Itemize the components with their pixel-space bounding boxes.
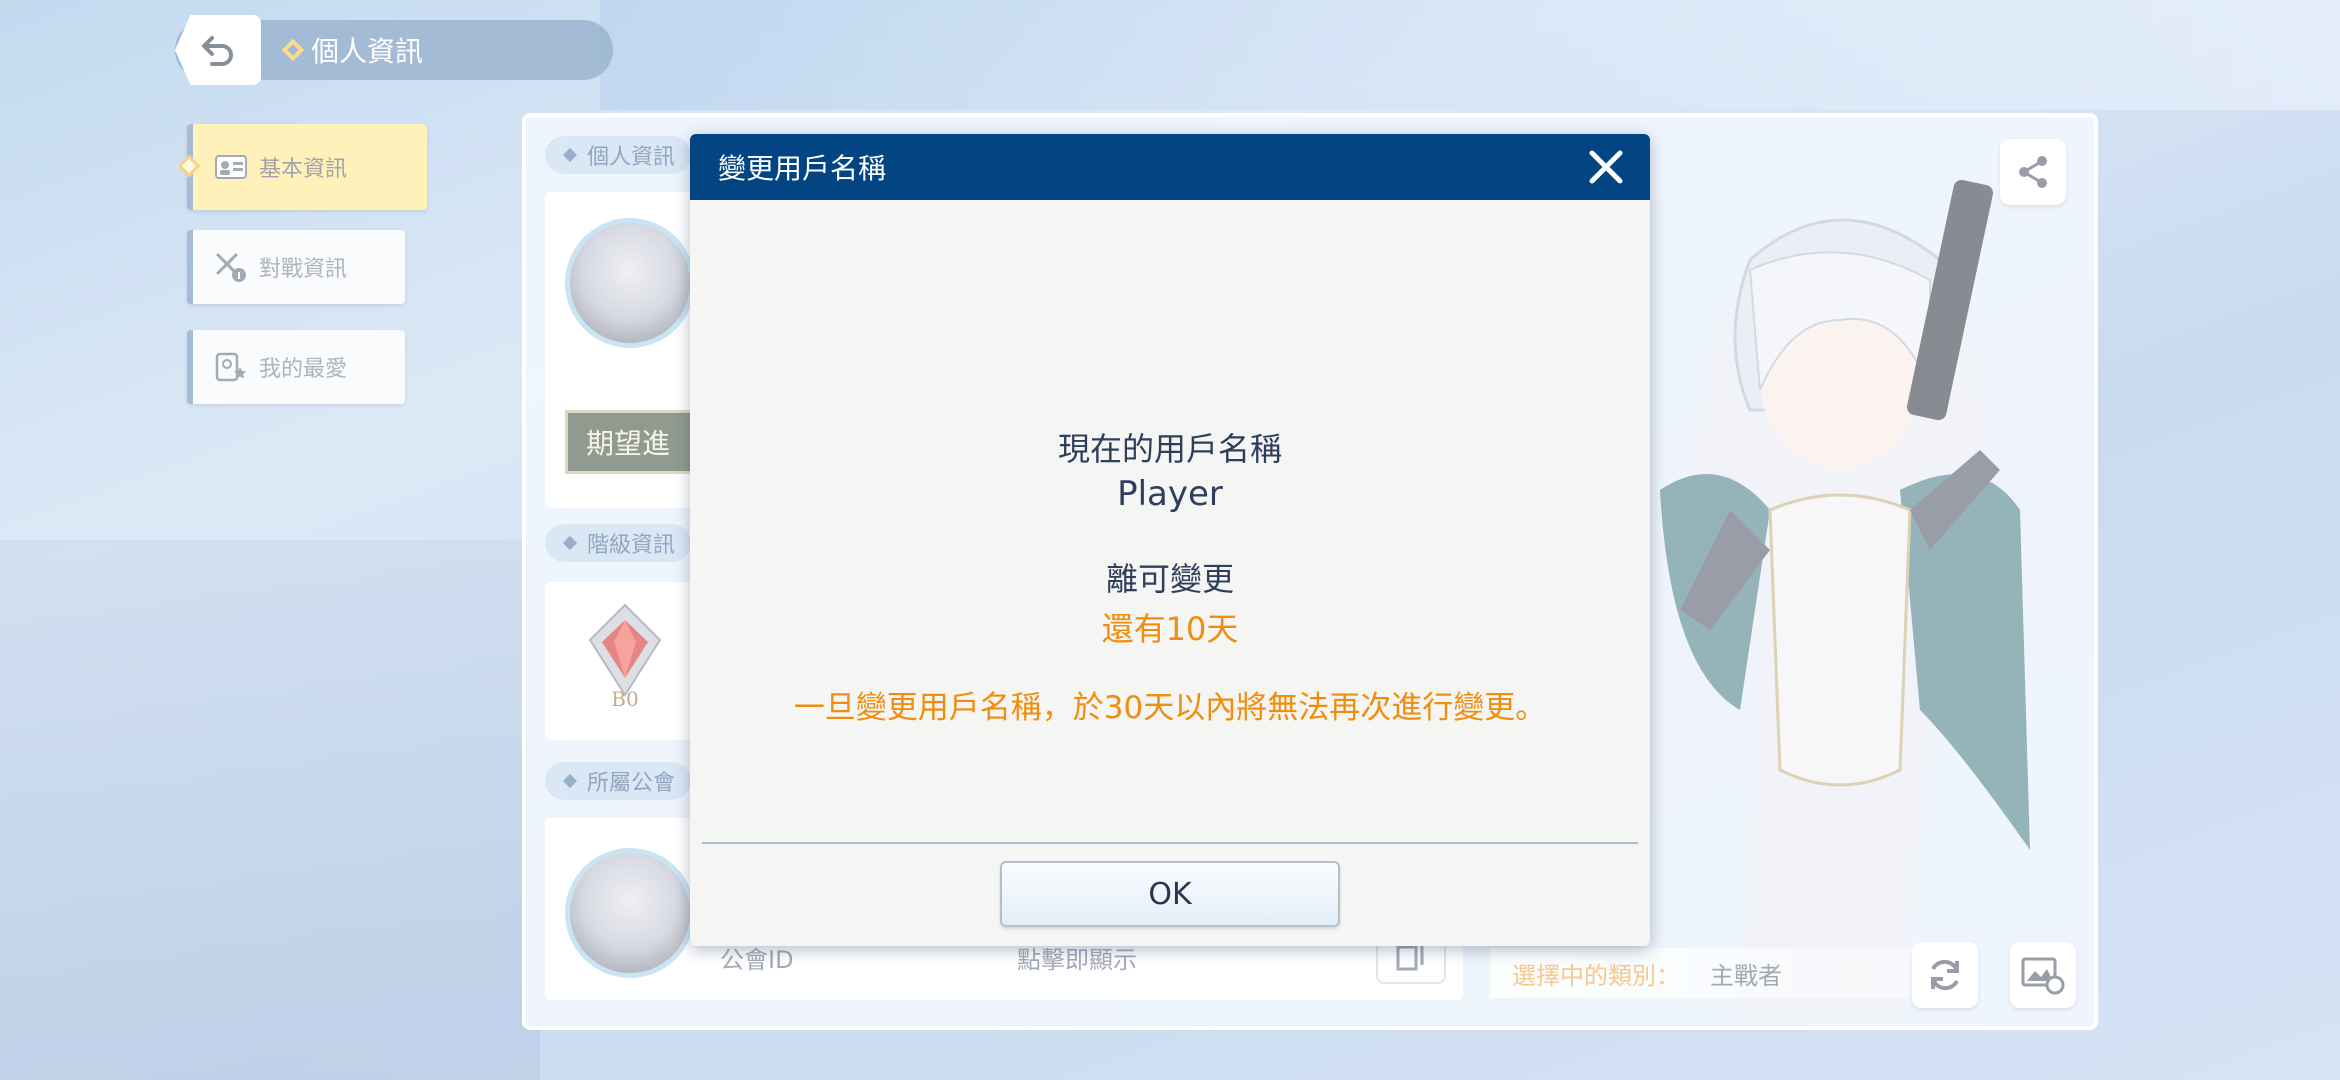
current-username-label: 現在的用戶名稱 [1057,430,1282,468]
dialog-header: 變更用戶名稱 [690,134,1650,200]
ok-button[interactable]: OK [1000,861,1340,927]
remaining-time-label: 離可變更 [1105,560,1234,598]
divider [702,842,1638,844]
close-button[interactable] [1584,145,1628,189]
close-icon [1589,150,1623,184]
change-warning-text: 一旦變更用戶名稱，於30天以內將無法再次進行變更。 [793,690,1547,726]
current-username-value: Player [1117,474,1223,514]
remaining-time-value: 還有10天 [1101,610,1239,648]
ok-button-label: OK [1148,876,1192,912]
dialog-title: 變更用戶名稱 [718,152,887,185]
change-username-dialog: 變更用戶名稱 現在的用戶名稱 Player 離可變更 還有10天 一旦變更用戶名… [690,134,1650,946]
